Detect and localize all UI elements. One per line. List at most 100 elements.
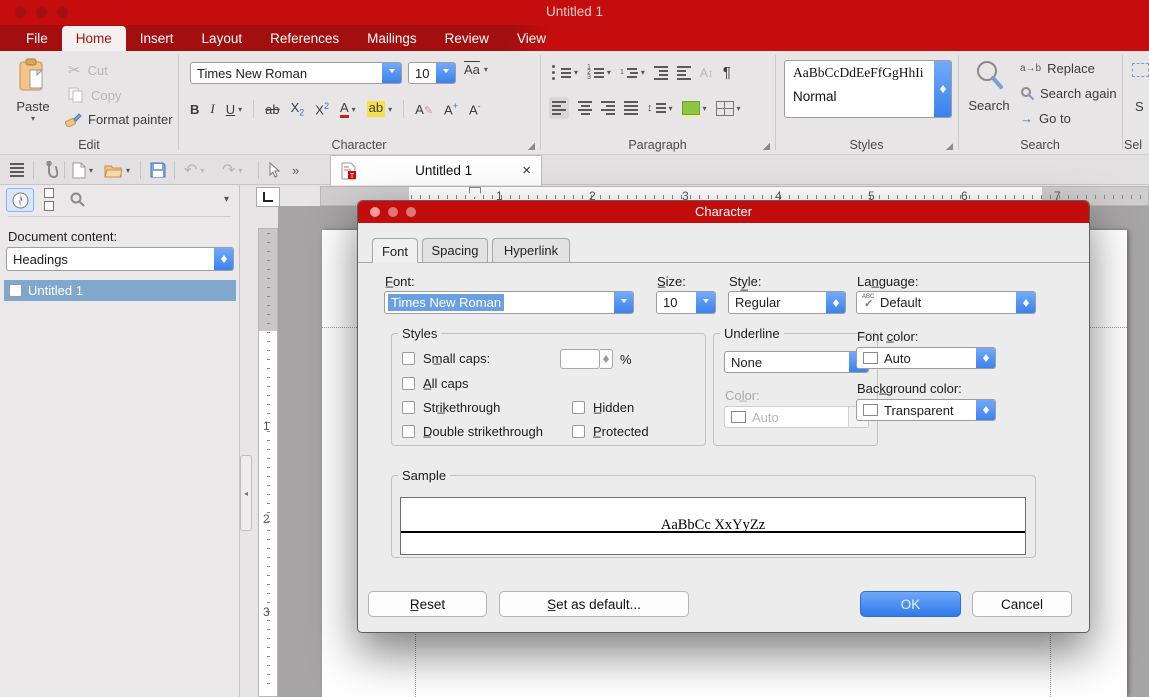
dialog-size-combobox[interactable]: 10 — [656, 291, 716, 314]
go-to-button[interactable]: → Go to — [1020, 111, 1071, 126]
numbered-list-button[interactable]: 123 ▾ — [587, 65, 611, 80]
font-size-combobox[interactable]: 10 — [408, 62, 456, 84]
decrease-indent-button[interactable] — [654, 66, 668, 80]
save-button[interactable] — [150, 159, 166, 181]
align-right-button[interactable] — [601, 101, 615, 115]
outline-item-checkbox[interactable] — [9, 284, 22, 297]
align-center-button[interactable] — [578, 101, 592, 115]
reset-button[interactable]: R̲eset — [368, 591, 487, 617]
open-document-button[interactable]: ▾ — [104, 159, 130, 181]
all-caps-checkbox[interactable] — [402, 377, 415, 390]
paste-button[interactable]: Paste ▾ — [10, 58, 56, 123]
grow-font-button[interactable]: A+ — [444, 101, 458, 117]
tab-home[interactable]: Home — [62, 26, 126, 51]
document-outline-item[interactable]: Untitled 1 — [4, 280, 236, 301]
styles-gallery[interactable]: AaBbCcDdEeFfGgHhIi Normal — [784, 60, 952, 118]
highlight-button[interactable]: ab ▾ — [367, 101, 392, 117]
select-button[interactable] — [1132, 63, 1149, 77]
object-mode-button[interactable] — [268, 159, 281, 181]
character-group-dialog-launcher[interactable] — [528, 143, 535, 150]
clear-formatting-button[interactable]: A✎ — [415, 102, 433, 117]
borders-button[interactable]: ▾ — [716, 101, 741, 116]
close-document-icon[interactable]: × — [522, 162, 531, 179]
sidebar-collapse-handle[interactable]: ◂ — [240, 455, 252, 531]
redo-button[interactable]: ↷ ▾ — [222, 159, 242, 181]
copy-button[interactable]: Copy — [68, 87, 121, 103]
tab-insert[interactable]: Insert — [126, 26, 188, 51]
shrink-font-button[interactable]: A- — [469, 101, 481, 117]
pages-tool-button[interactable] — [36, 188, 62, 210]
undo-button[interactable]: ↶ ▾ — [184, 159, 204, 181]
sidebar-toggle-button[interactable] — [10, 159, 24, 181]
set-as-default-button[interactable]: S̲et as default... — [499, 591, 689, 617]
font-name-combobox[interactable]: Times New Roman — [190, 62, 402, 84]
bold-button[interactable]: B — [190, 102, 199, 117]
cut-button[interactable]: ✂ Cut — [68, 61, 108, 79]
sidebar-menu-dropdown-icon[interactable]: ▾ — [224, 194, 229, 205]
protected-checkbox[interactable] — [572, 425, 585, 438]
replace-button[interactable]: a→b Replace — [1020, 61, 1095, 76]
search-again-button[interactable]: Search again — [1020, 86, 1117, 101]
dialog-tab-font[interactable]: Font — [372, 238, 418, 263]
tab-review[interactable]: Review — [431, 26, 503, 51]
justify-button[interactable] — [624, 101, 638, 115]
toolbar-overflow-button[interactable]: » — [292, 159, 299, 181]
strikethrough-button[interactable]: ab — [265, 102, 279, 117]
ok-button[interactable]: OK — [860, 591, 961, 617]
font-name-dropdown-icon[interactable] — [382, 63, 401, 83]
format-painter-button[interactable]: Format painter — [64, 111, 173, 127]
background-color-combobox[interactable]: Transparent — [856, 399, 996, 421]
change-case-button[interactable]: Aa ▾ — [464, 62, 488, 77]
paste-dropdown-icon[interactable]: ▾ — [10, 114, 56, 123]
strikethrough-checkbox[interactable] — [402, 401, 415, 414]
percent-spinner[interactable] — [600, 349, 613, 369]
cancel-button[interactable]: Cancel — [972, 591, 1072, 617]
search-button[interactable]: Search — [966, 59, 1012, 113]
tab-layout[interactable]: Layout — [188, 26, 257, 51]
dialog-language-combobox[interactable]: ABC ✓ Default — [856, 291, 1036, 314]
tab-view[interactable]: View — [503, 26, 560, 51]
underline-button[interactable]: U ▾ — [226, 102, 242, 117]
multilevel-list-button[interactable]: 1 ▾ — [620, 68, 645, 78]
font-color-combobox[interactable]: Auto — [856, 347, 996, 369]
formatting-marks-button[interactable]: ¶ — [723, 64, 731, 81]
italic-button[interactable]: I — [210, 101, 214, 117]
superscript-button[interactable]: X2 — [315, 101, 329, 117]
dialog-tab-hyperlink[interactable]: Hyperlink — [492, 238, 570, 262]
bullet-list-button[interactable]: ▾ — [552, 65, 578, 80]
subscript-button[interactable]: X2 — [291, 100, 305, 118]
increase-indent-button[interactable] — [677, 66, 691, 80]
content-filter-combobox[interactable]: Headings — [6, 247, 234, 271]
paragraph-group-dialog-launcher[interactable] — [763, 143, 770, 150]
document-tab[interactable]: T Untitled 1 × — [330, 155, 542, 185]
line-spacing-button[interactable]: ↕ ▾ — [647, 102, 673, 114]
vertical-ruler[interactable]: 1 2 3 — [258, 228, 278, 697]
small-caps-percent-field[interactable]: % — [560, 349, 632, 369]
sidebar-search-button[interactable] — [64, 188, 90, 210]
tab-references[interactable]: References — [256, 26, 353, 51]
tab-mailings[interactable]: Mailings — [353, 26, 431, 51]
content-filter-spinner[interactable] — [214, 248, 233, 270]
dialog-size-dropdown-icon[interactable] — [696, 292, 715, 313]
background-color-spinner[interactable] — [976, 400, 995, 420]
align-left-button[interactable] — [549, 97, 569, 119]
touch-mode-button[interactable] — [42, 159, 58, 181]
font-color-button[interactable]: A ▾ — [340, 101, 356, 118]
dialog-font-dropdown-icon[interactable] — [614, 292, 633, 313]
dialog-style-combobox[interactable]: Regular — [728, 291, 846, 314]
underline-type-combobox[interactable]: None — [724, 351, 869, 373]
sort-button[interactable]: A↕ — [700, 66, 714, 80]
small-caps-checkbox[interactable] — [402, 352, 415, 365]
dialog-titlebar[interactable]: Character — [358, 201, 1089, 223]
shading-button[interactable]: ▾ — [682, 101, 707, 115]
dialog-style-spinner[interactable] — [826, 292, 845, 313]
dialog-language-spinner[interactable] — [1016, 292, 1035, 313]
double-strikethrough-checkbox[interactable] — [402, 425, 415, 438]
font-size-dropdown-icon[interactable] — [436, 63, 455, 83]
dialog-tab-spacing[interactable]: Spacing — [422, 238, 488, 262]
styles-gallery-spinner[interactable] — [934, 61, 951, 117]
hidden-checkbox[interactable] — [572, 401, 585, 414]
tab-file[interactable]: File — [12, 26, 62, 51]
navigator-tool-button[interactable] — [6, 188, 34, 212]
new-document-button[interactable]: ▾ — [72, 159, 93, 181]
